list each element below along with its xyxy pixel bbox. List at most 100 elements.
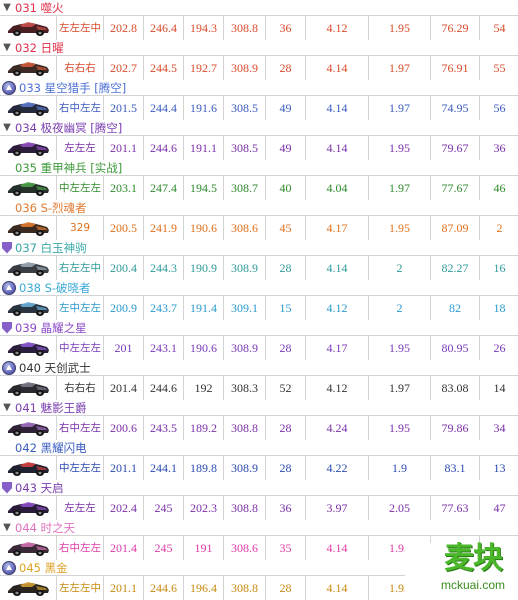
car-image-cell	[0, 136, 55, 160]
car-row: ▼ 041 魅影王爵 右中左左 200.6 243.5 189.2 308.8 28 4.24 1…	[0, 400, 518, 440]
stats-grid: 329 200.5 241.9 190.6 308.6 45 4.17 1.95 87.09 2	[0, 215, 518, 240]
stat-nitro-speed: 241.9	[143, 216, 183, 240]
stat-small-jet: 28	[265, 256, 305, 280]
car-title: 042 黑耀闪电	[2, 440, 516, 455]
stat-cup-speed: 191.6	[183, 96, 223, 120]
car-icon	[8, 222, 49, 236]
stat-accel: 4.17	[305, 336, 368, 360]
car-image-cell	[0, 576, 55, 600]
drift-pattern: 右左左中	[56, 256, 103, 280]
stats-grid: 右左左中 200.4 244.3 190.9 308.9 28 4.14 2 82.27 16	[0, 255, 518, 280]
car-image-cell	[0, 376, 55, 400]
stat-super-nitro: 308.9	[223, 256, 265, 280]
stat-super-nitro: 308.8	[223, 416, 265, 440]
stat-super-nitro: 309.1	[223, 296, 265, 320]
drift-pattern: 左左左中	[56, 576, 103, 600]
car-icon	[8, 422, 49, 436]
stat-max-speed: 200.4	[103, 256, 143, 280]
car-name: 033 星空猎手 [腾空]	[19, 80, 127, 95]
car-name: 038 S-破晓者	[19, 280, 91, 295]
stat-small-jet: 15	[265, 296, 305, 320]
stat-super-nitro: 308.7	[223, 176, 265, 200]
stat-super-nitro: 308.9	[223, 56, 265, 80]
stat-accel: 4.14	[305, 576, 368, 600]
car-title: 040 天创武士	[2, 360, 516, 375]
grade-badge-icon	[2, 80, 16, 95]
car-image-cell	[0, 496, 55, 520]
stat-max-speed: 203.1	[103, 176, 143, 200]
stat-accel: 4.04	[305, 176, 368, 200]
stats-grid: 中左左左 201 243.1 190.6 308.9 28 4.17 1.95 80.95 26	[0, 335, 518, 360]
stats-grid: 右右右 202.7 244.5 192.7 308.9 28 4.14 1.97 76.91 55	[0, 55, 518, 80]
stat-super-nitro: 308.5	[223, 96, 265, 120]
stat-accel: 4.14	[305, 536, 368, 560]
drift-pattern: 左中左左	[56, 296, 103, 320]
expand-triangle-icon[interactable]: ▼	[2, 402, 12, 413]
stat-drift-ratio: 1.9	[368, 456, 430, 480]
car-name: 042 黑耀闪电	[15, 440, 87, 455]
stats-grid: 右中左左 200.6 243.5 189.2 308.8 28 4.24 1.95 79.86 3…	[0, 415, 518, 440]
stat-turn-stat: 79.86	[430, 416, 479, 440]
car-title: 035 重甲神兵 [实战]	[2, 160, 516, 175]
drift-pattern: 右右右	[56, 376, 103, 400]
stat-drift-ratio: 2	[368, 256, 430, 280]
stat-accel: 4.14	[305, 136, 368, 160]
car-row: 038 S-破晓者 左中左左 200.9 243.7 191.4 309.1 15 4.12 2…	[0, 280, 518, 320]
drift-pattern: 左左左	[56, 136, 103, 160]
expand-triangle-icon[interactable]: ▼	[2, 122, 12, 133]
car-icon	[8, 302, 49, 316]
car-icon	[8, 102, 49, 116]
expand-triangle-icon[interactable]: ▼	[2, 42, 12, 53]
car-name: 037 白玉神驹	[15, 240, 87, 255]
stat-cup-speed: 190.9	[183, 256, 223, 280]
stat-small-jet: 49	[265, 96, 305, 120]
stat-small-jet: 36	[265, 496, 305, 520]
stat-drift-ratio: 2.05	[368, 496, 430, 520]
stat-cup-speed: 191.4	[183, 296, 223, 320]
stat-turn-stat: 74.95	[430, 96, 479, 120]
drift-pattern: 329	[56, 216, 103, 240]
drift-pattern: 左左左中	[56, 16, 103, 40]
car-image-cell	[0, 96, 55, 120]
expand-triangle-icon[interactable]: ▼	[2, 522, 12, 533]
car-row: ▼ 034 极夜幽冥 [腾空] 左左左 201.1 244.6 191.1 308.5 49 4…	[0, 120, 518, 160]
car-row: ▼ 031 噬火 左左左中 202.8 246.4 194.3 308.8 36 4.12 1.9…	[0, 0, 518, 40]
car-name: 041 魅影王爵	[15, 400, 87, 415]
car-name: 032 日曜	[15, 40, 64, 55]
stat-cup-speed: 202.3	[183, 496, 223, 520]
stat-rank-stat: 47	[479, 496, 518, 520]
car-image-cell	[0, 176, 55, 200]
car-image-cell	[0, 456, 55, 480]
car-image-cell	[0, 296, 55, 320]
expand-triangle-icon[interactable]: ▼	[2, 2, 12, 13]
drift-pattern: 右右右	[56, 56, 103, 80]
car-icon	[8, 142, 49, 156]
stat-rank-stat: 2	[479, 216, 518, 240]
stats-grid: 左左左中 202.8 246.4 194.3 308.8 36 4.12 1.95 76.29 5…	[0, 15, 518, 40]
stat-super-nitro: 308.8	[223, 16, 265, 40]
car-row: 040 天创武士 右右右 201.4 244.6 192 308.3 52 4.12 1.97 8…	[0, 360, 518, 400]
stat-drift-ratio: 2	[368, 296, 430, 320]
car-name: 031 噬火	[15, 0, 64, 15]
drift-pattern: 右中左左	[56, 416, 103, 440]
stat-super-nitro: 308.5	[223, 136, 265, 160]
stat-cup-speed: 191	[183, 536, 223, 560]
stats-grid: 左中左左 200.9 243.7 191.4 309.1 15 4.12 2 82 18	[0, 295, 518, 320]
stat-turn-stat: 77.63	[430, 496, 479, 520]
stat-super-nitro: 308.3	[223, 376, 265, 400]
stat-rank-stat: 13	[479, 456, 518, 480]
car-image-cell	[0, 416, 55, 440]
stat-turn-stat: 87.09	[430, 216, 479, 240]
stat-nitro-speed: 244.6	[143, 136, 183, 160]
car-name: 045 黑金	[19, 560, 68, 575]
stat-accel: 4.12	[305, 376, 368, 400]
stat-accel: 4.12	[305, 16, 368, 40]
car-name: 043 天启	[15, 480, 64, 495]
stat-rank-stat: 16	[479, 256, 518, 280]
car-name: 040 天创武士	[19, 360, 91, 375]
stat-turn-stat: 82.27	[430, 256, 479, 280]
car-title: ▼ 032 日曜	[2, 40, 516, 55]
stat-cup-speed: 194.3	[183, 16, 223, 40]
stat-rank-stat: 46	[479, 176, 518, 200]
stat-small-jet: 45	[265, 216, 305, 240]
